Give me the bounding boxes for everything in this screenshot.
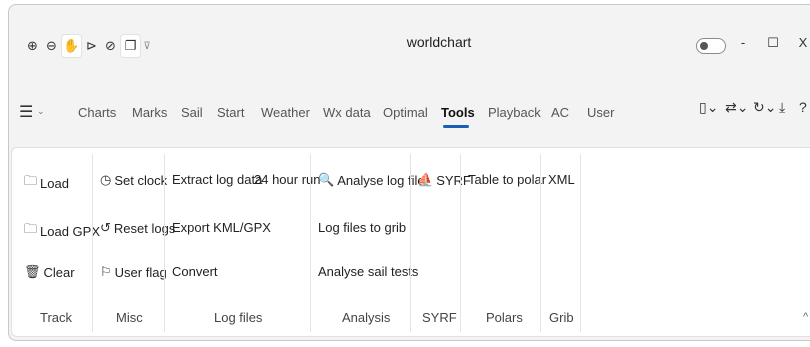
analyse-sail-tests-button[interactable]: Analyse sail tests bbox=[318, 264, 418, 279]
zoom-out-icon[interactable]: ⊖ bbox=[42, 34, 61, 58]
tab-ac[interactable]: AC bbox=[551, 105, 569, 120]
ribbon-panel: 🗀 Load 🗀 Load GPX 🗑 Clear Track ◷ Set cl… bbox=[11, 147, 810, 337]
active-tab-indicator bbox=[443, 125, 469, 128]
group-analysis: 🔍 Analyse log file Log files to grib Ana… bbox=[310, 148, 425, 336]
group-label-log-files: Log files bbox=[214, 310, 263, 325]
device-icon[interactable]: ▯⌄ bbox=[699, 99, 718, 116]
trash-icon: 🗑 bbox=[24, 264, 41, 279]
tab-marks[interactable]: Marks bbox=[132, 105, 167, 120]
copy-icon[interactable]: ❐ bbox=[120, 34, 141, 58]
app-window: ⊕ ⊖ ✋ ⊳ ⊘ ❐ ⊽ worldchart - ☐ X ☰ ⌄ Chart… bbox=[8, 4, 810, 341]
xml-button[interactable]: XML bbox=[548, 172, 575, 187]
tab-start[interactable]: Start bbox=[217, 105, 244, 120]
convert-label: Convert bbox=[172, 264, 218, 279]
clock-icon: ◷ bbox=[100, 172, 112, 187]
chevron-down-icon[interactable]: ⌄ bbox=[37, 106, 45, 117]
set-clock-label: Set clock bbox=[114, 172, 168, 188]
pan-hand-icon[interactable]: ✋ bbox=[61, 34, 82, 58]
group-label-misc: Misc bbox=[116, 310, 143, 325]
sliders-icon[interactable]: ⇄⌄ bbox=[725, 99, 748, 116]
maximize-button[interactable]: ☐ bbox=[763, 35, 783, 51]
load-gpx-button[interactable]: 🗀 Load GPX bbox=[24, 220, 100, 242]
analyse-log-file-button[interactable]: 🔍 Analyse log file bbox=[318, 172, 425, 188]
download-icon[interactable]: ⤓ bbox=[779, 99, 785, 116]
folder-icon: 🗀 bbox=[24, 221, 38, 236]
table-to-polar-label: Table to polar bbox=[468, 172, 547, 187]
window-title: worldchart bbox=[406, 34, 472, 50]
minimize-button[interactable]: - bbox=[733, 35, 753, 50]
sail-icon: ⛵ bbox=[417, 172, 434, 187]
export-kml-gpx-button[interactable]: Export KML/GPX bbox=[172, 220, 271, 235]
customize-toolbar-icon[interactable]: ⊽ bbox=[141, 34, 153, 58]
load-button[interactable]: 🗀 Load bbox=[24, 172, 69, 194]
set-clock-button[interactable]: ◷ Set clock bbox=[100, 172, 167, 188]
group-log-files: Extract log data 24 hour run Export KML/… bbox=[164, 148, 321, 336]
group-grib: XML Grib bbox=[540, 148, 580, 336]
convert-button[interactable]: Convert bbox=[172, 264, 218, 279]
load-label: Load bbox=[40, 175, 69, 191]
log-files-to-grib-button[interactable]: Log files to grib bbox=[318, 220, 406, 235]
group-label-grib: Grib bbox=[549, 310, 574, 325]
tab-optimal[interactable]: Optimal bbox=[383, 105, 428, 120]
zoom-in-icon[interactable]: ⊕ bbox=[23, 34, 42, 58]
group-syrf: ⛵ SYRF SYRF bbox=[410, 148, 471, 336]
tab-sail[interactable]: Sail bbox=[181, 105, 203, 120]
group-label-track: Track bbox=[40, 310, 73, 325]
flag-icon: ⚐ bbox=[100, 264, 112, 279]
extract-log-data-button[interactable]: Extract log data bbox=[172, 172, 262, 187]
hamburger-icon[interactable]: ☰ bbox=[19, 102, 33, 122]
reset-icon: ↺ bbox=[100, 220, 111, 235]
tab-user[interactable]: User bbox=[587, 105, 614, 120]
user-flag-label: User flag bbox=[114, 264, 167, 280]
user-flag-button[interactable]: ⚐ User flag bbox=[100, 264, 167, 280]
clear-button[interactable]: 🗑 Clear bbox=[24, 264, 75, 280]
analyse-file-icon: 🔍 bbox=[318, 172, 335, 187]
tab-wx-data[interactable]: Wx data bbox=[323, 105, 371, 120]
tab-tools[interactable]: Tools bbox=[441, 105, 475, 120]
select-pointer-icon[interactable]: ⊳ bbox=[82, 34, 101, 58]
extract-log-data-label: Extract log data bbox=[172, 172, 263, 187]
group-polars: Table to polar Polars bbox=[460, 148, 546, 336]
help-icon[interactable]: ? bbox=[799, 99, 807, 115]
folder-icon: 🗀 bbox=[24, 173, 38, 188]
log-files-to-grib-label: Log files to grib bbox=[318, 220, 407, 235]
export-kml-gpx-label: Export KML/GPX bbox=[172, 220, 271, 235]
clear-label: Clear bbox=[43, 264, 75, 280]
group-misc: ◷ Set clock ↺ Reset logs ⚐ User flag Mis… bbox=[92, 148, 175, 336]
measure-icon[interactable]: ⊘ bbox=[101, 34, 120, 58]
group-separator bbox=[580, 154, 581, 332]
group-label-polars: Polars bbox=[486, 310, 523, 325]
collapse-ribbon-icon[interactable]: ^ bbox=[803, 311, 808, 323]
title-bar: ⊕ ⊖ ✋ ⊳ ⊘ ❐ ⊽ worldchart - ☐ X bbox=[9, 5, 810, 75]
theme-toggle[interactable] bbox=[696, 38, 726, 54]
tab-weather[interactable]: Weather bbox=[261, 105, 310, 120]
quick-access-toolbar: ⊕ ⊖ ✋ ⊳ ⊘ ❐ ⊽ bbox=[23, 33, 153, 59]
tab-playback[interactable]: Playback bbox=[488, 105, 541, 120]
rotate-icon[interactable]: ↻⌄ bbox=[753, 99, 776, 116]
xml-label: XML bbox=[548, 172, 575, 187]
close-button[interactable]: X bbox=[793, 35, 810, 50]
group-label-analysis: Analysis bbox=[342, 310, 391, 325]
table-to-polar-button[interactable]: Table to polar bbox=[468, 172, 546, 187]
group-track: 🗀 Load 🗀 Load GPX 🗑 Clear Track bbox=[12, 148, 100, 336]
analyse-sail-tests-label: Analyse sail tests bbox=[318, 264, 419, 279]
tab-charts[interactable]: Charts bbox=[78, 105, 116, 120]
menu-bar: ☰ ⌄ Charts Marks Sail Start Weather Wx d… bbox=[9, 91, 810, 131]
group-label-syrf: SYRF bbox=[422, 310, 457, 325]
